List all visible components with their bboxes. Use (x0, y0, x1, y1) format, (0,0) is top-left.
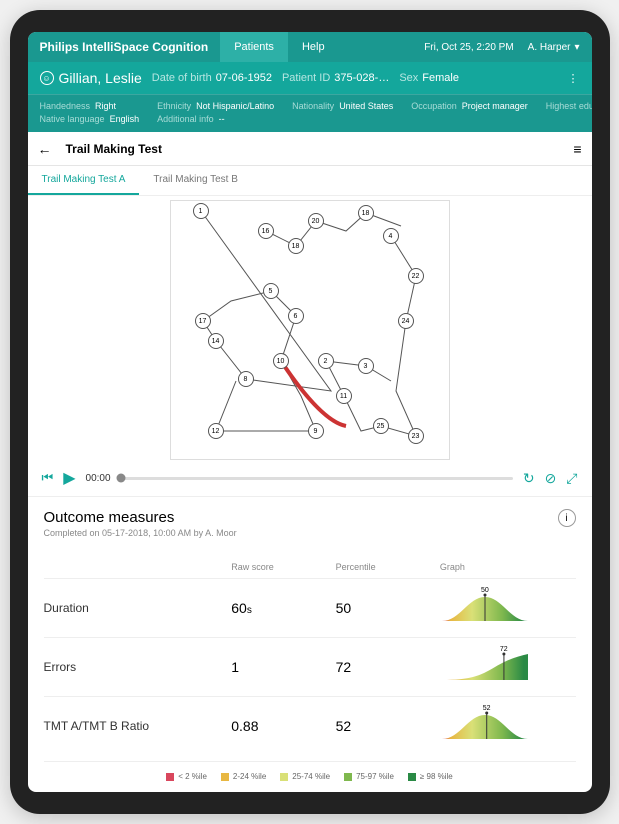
section-subtitle: Completed on 05-17-2018, 10:00 AM by A. … (44, 528, 237, 538)
tablet-frame: Philips IntelliSpace Cognition Patients … (10, 10, 610, 814)
demo-item: OccupationProject manager (411, 101, 528, 111)
top-right: Fri, Oct 25, 2:20 PM A. Harper ▾ (424, 42, 591, 53)
row-percentile: 50 (336, 600, 440, 616)
row-raw: 0.88 (231, 718, 335, 734)
row-raw: 60s (231, 600, 335, 616)
demo-item: HandednessRight (40, 101, 140, 111)
page-title: Trail Making Test (66, 142, 162, 156)
table-row: TMT A/TMT B Ratio0.885252 (44, 696, 576, 755)
demo-item: Highest educationBachelor's Degree (546, 101, 592, 111)
playback-time: 00:00 (86, 473, 111, 484)
percentile-graph: 72 (440, 652, 530, 682)
user-menu[interactable]: A. Harper ▾ (528, 42, 580, 53)
primary-nav: Patients Help (220, 32, 338, 62)
tab-tmt-b[interactable]: Trail Making Test B (139, 166, 251, 195)
row-label: Errors (44, 660, 232, 674)
row-percentile: 72 (336, 659, 440, 675)
toggle-visibility-icon[interactable]: ⊘ (545, 470, 557, 487)
demo-item: NationalityUnited States (292, 101, 393, 111)
percentile-legend: < 2 %ile 2-24 %ile 25-74 %ile 75-97 %ile… (44, 761, 576, 781)
replay-icon[interactable]: ↻ (523, 470, 535, 487)
row-label: TMT A/TMT B Ratio (44, 719, 232, 733)
chevron-down-icon: ▾ (574, 42, 579, 53)
page-subheader: ← Trail Making Test ≡ (28, 132, 592, 166)
row-label: Duration (44, 601, 232, 615)
outcome-table: Raw score Percentile Graph Duration60s50… (44, 556, 576, 755)
row-raw: 1 (231, 659, 335, 675)
person-icon: ☺ (40, 71, 54, 85)
info-icon[interactable]: i (558, 509, 576, 527)
demographics-strip: HandednessRight EthnicityNot Hispanic/Lat… (28, 94, 592, 132)
percentile-graph: 52 (440, 711, 530, 741)
demo-item: EthnicityNot Hispanic/Latino (157, 101, 274, 111)
row-percentile: 52 (336, 718, 440, 734)
percentile-graph: 50 (440, 593, 530, 623)
user-name: A. Harper (528, 42, 571, 53)
trail-canvas: 1 16 20 18 18 4 22 5 17 24 6 14 2 10 8 3… (170, 200, 450, 460)
patient-name: ☺ Gillian, Leslie (40, 70, 142, 86)
test-tabs: Trail Making Test A Trail Making Test B (28, 166, 592, 196)
play-icon[interactable]: ▶ (63, 468, 75, 488)
nav-help[interactable]: Help (288, 32, 339, 62)
playback-bar: ⏮ ▶ 00:00 ↻ ⊘ ⤢ (28, 460, 592, 497)
app-brand: Philips IntelliSpace Cognition (28, 40, 221, 54)
skip-start-icon[interactable]: ⏮ (42, 470, 54, 486)
table-row: Errors17272 (44, 637, 576, 696)
patient-banner: ☺ Gillian, Leslie Date of birth07-06-195… (28, 62, 592, 94)
nav-patients[interactable]: Patients (220, 32, 288, 62)
datetime-label: Fri, Oct 25, 2:20 PM (424, 42, 513, 53)
table-header: Raw score Percentile Graph (44, 556, 576, 578)
trail-canvas-wrap: 1 16 20 18 18 4 22 5 17 24 6 14 2 10 8 3… (28, 196, 592, 460)
section-title: Outcome measures (44, 509, 237, 526)
outcome-section: Outcome measures Completed on 05-17-2018… (28, 497, 592, 792)
patient-more-menu[interactable]: ⋮ (568, 72, 580, 85)
top-nav-bar: Philips IntelliSpace Cognition Patients … (28, 32, 592, 62)
demo-item: Additional info-- (157, 114, 274, 124)
fullscreen-icon[interactable]: ⤢ (566, 470, 577, 487)
content-scroll[interactable]: 1 16 20 18 18 4 22 5 17 24 6 14 2 10 8 3… (28, 196, 592, 792)
app-screen: Philips IntelliSpace Cognition Patients … (28, 32, 592, 792)
hamburger-icon[interactable]: ≡ (573, 141, 581, 157)
back-arrow-icon[interactable]: ← (38, 141, 52, 157)
table-row: Duration60s5050 (44, 578, 576, 637)
tab-tmt-a[interactable]: Trail Making Test A (28, 166, 140, 195)
demo-item: Native languageEnglish (40, 114, 140, 124)
playback-slider[interactable] (121, 477, 513, 480)
